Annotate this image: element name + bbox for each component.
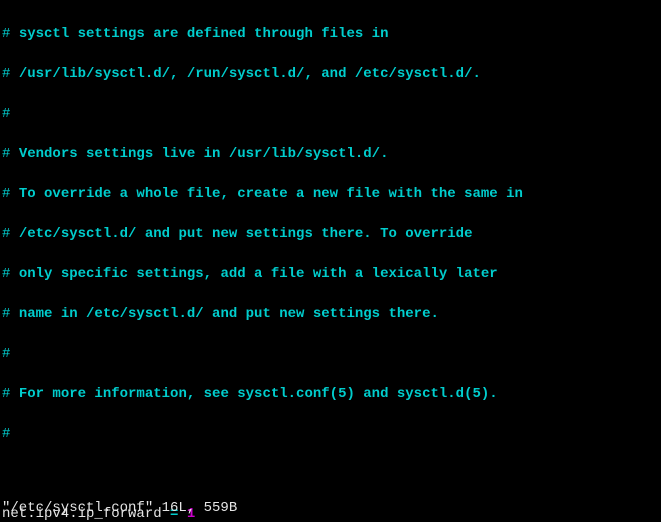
hash: # [2, 106, 10, 122]
hash: # [2, 66, 10, 82]
comment-text: /usr/lib/sysctl.d/, /run/sysctl.d/, and … [19, 66, 481, 82]
comment-line: # To override a whole file, create a new… [2, 184, 659, 204]
comment-text: /etc/sysctl.d/ and put new settings ther… [19, 226, 473, 242]
comment-text: sysctl settings are defined through file… [19, 26, 389, 42]
hash: # [2, 146, 10, 162]
comment-line: # [2, 104, 659, 124]
status-line: "/etc/sysctl.conf" 16L, 559B [2, 498, 237, 518]
comment-text: only specific settings, add a file with … [19, 266, 498, 282]
comment-line: # Vendors settings live in /usr/lib/sysc… [2, 144, 659, 164]
hash: # [2, 226, 10, 242]
comment-line: # [2, 344, 659, 364]
comment-line: # sysctl settings are defined through fi… [2, 24, 659, 44]
hash: # [2, 186, 10, 202]
comment-line: # name in /etc/sysctl.d/ and put new set… [2, 304, 659, 324]
comment-text: For more information, see sysctl.conf(5)… [19, 386, 498, 402]
hash: # [2, 26, 10, 42]
comment-text: Vendors settings live in /usr/lib/sysctl… [19, 146, 389, 162]
comment-line: # /etc/sysctl.d/ and put new settings th… [2, 224, 659, 244]
blank-line [2, 464, 659, 484]
hash: # [2, 346, 10, 362]
comment-line: # For more information, see sysctl.conf(… [2, 384, 659, 404]
comment-line: # only specific settings, add a file wit… [2, 264, 659, 284]
comment-line: # /usr/lib/sysctl.d/, /run/sysctl.d/, an… [2, 64, 659, 84]
comment-text: To override a whole file, create a new f… [19, 186, 523, 202]
comment-text: name in /etc/sysctl.d/ and put new setti… [19, 306, 439, 322]
comment-line: # [2, 424, 659, 444]
hash: # [2, 426, 10, 442]
hash: # [2, 266, 10, 282]
hash: # [2, 306, 10, 322]
terminal-editor[interactable]: # sysctl settings are defined through fi… [0, 0, 661, 522]
hash: # [2, 386, 10, 402]
